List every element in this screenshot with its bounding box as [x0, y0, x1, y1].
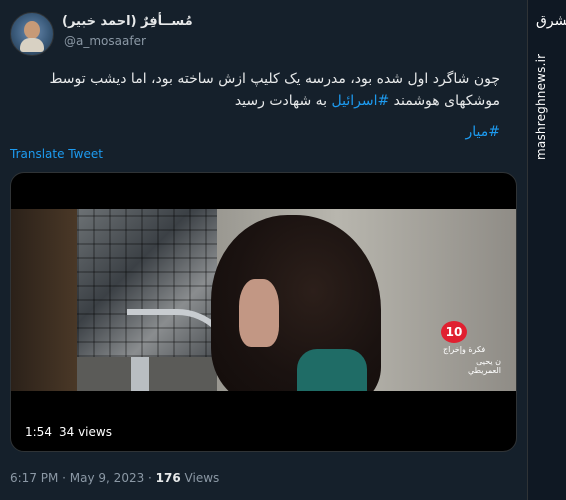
tweet: مُســأفِرٌ (احمد خبیر) @a_mosaafer چون ش…: [0, 0, 528, 500]
translate-tweet-link[interactable]: Translate Tweet: [10, 147, 103, 161]
views-label: Views: [180, 471, 220, 485]
timestamp-text: 6:17 PM · May 9, 2023 ·: [10, 471, 156, 485]
channel-text1: فکرة وإخراج: [443, 345, 486, 354]
hashtag-second[interactable]: #میار: [466, 124, 500, 140]
video-frame[interactable]: 10 فکرة وإخراج ن يحيى العمريطي: [11, 209, 516, 391]
person-hand: [239, 279, 279, 347]
views-count: 176: [155, 471, 181, 485]
hashtag-israel[interactable]: #اسرائیل: [332, 93, 390, 109]
display-name[interactable]: مُســأفِرٌ (احمد خبیر): [62, 14, 202, 29]
video-duration: 1:54: [25, 425, 52, 439]
tweet-text-line2: موشکهای هوشمند #اسرائیل به شهادت رسید: [18, 90, 500, 112]
avatar-shirt: [20, 38, 44, 52]
tweet-text: چون شاگرد اول شده بود، مدرسه یک کلیپ ازش…: [18, 68, 500, 112]
channel-text2: ن يحيى العمريطي: [467, 357, 501, 375]
video-views: 34 views: [59, 425, 112, 439]
tweet-timestamp[interactable]: 6:17 PM · May 9, 2023 · 176 Views: [10, 471, 219, 485]
faucet-base: [131, 357, 149, 391]
watermark-sidebar: مشرق mashreghnews.ir: [527, 0, 566, 500]
tweet-text-line1: چون شاگرد اول شده بود، مدرسه یک کلیپ ازش…: [49, 71, 500, 87]
tweet-text-line2-post: به شهادت رسید: [234, 93, 332, 109]
avatar[interactable]: [10, 12, 54, 56]
brand-logo-icon: مشرق: [536, 13, 566, 29]
avatar-face: [24, 21, 40, 39]
video-player[interactable]: 10 فکرة وإخراج ن يحيى العمريطي 1:54 34 v…: [10, 172, 517, 452]
video-wall: [11, 209, 77, 391]
site-watermark: mashreghnews.ir: [534, 53, 548, 160]
tweet-text-line2-pre: موشکهای هوشمند: [389, 93, 500, 109]
channel-number: 10: [441, 321, 467, 343]
user-handle[interactable]: @a_mosaafer: [64, 34, 146, 48]
channel-logo: 10 فکرة وإخراج ن يحيى العمريطي: [441, 321, 501, 381]
person-shirt: [297, 349, 367, 391]
